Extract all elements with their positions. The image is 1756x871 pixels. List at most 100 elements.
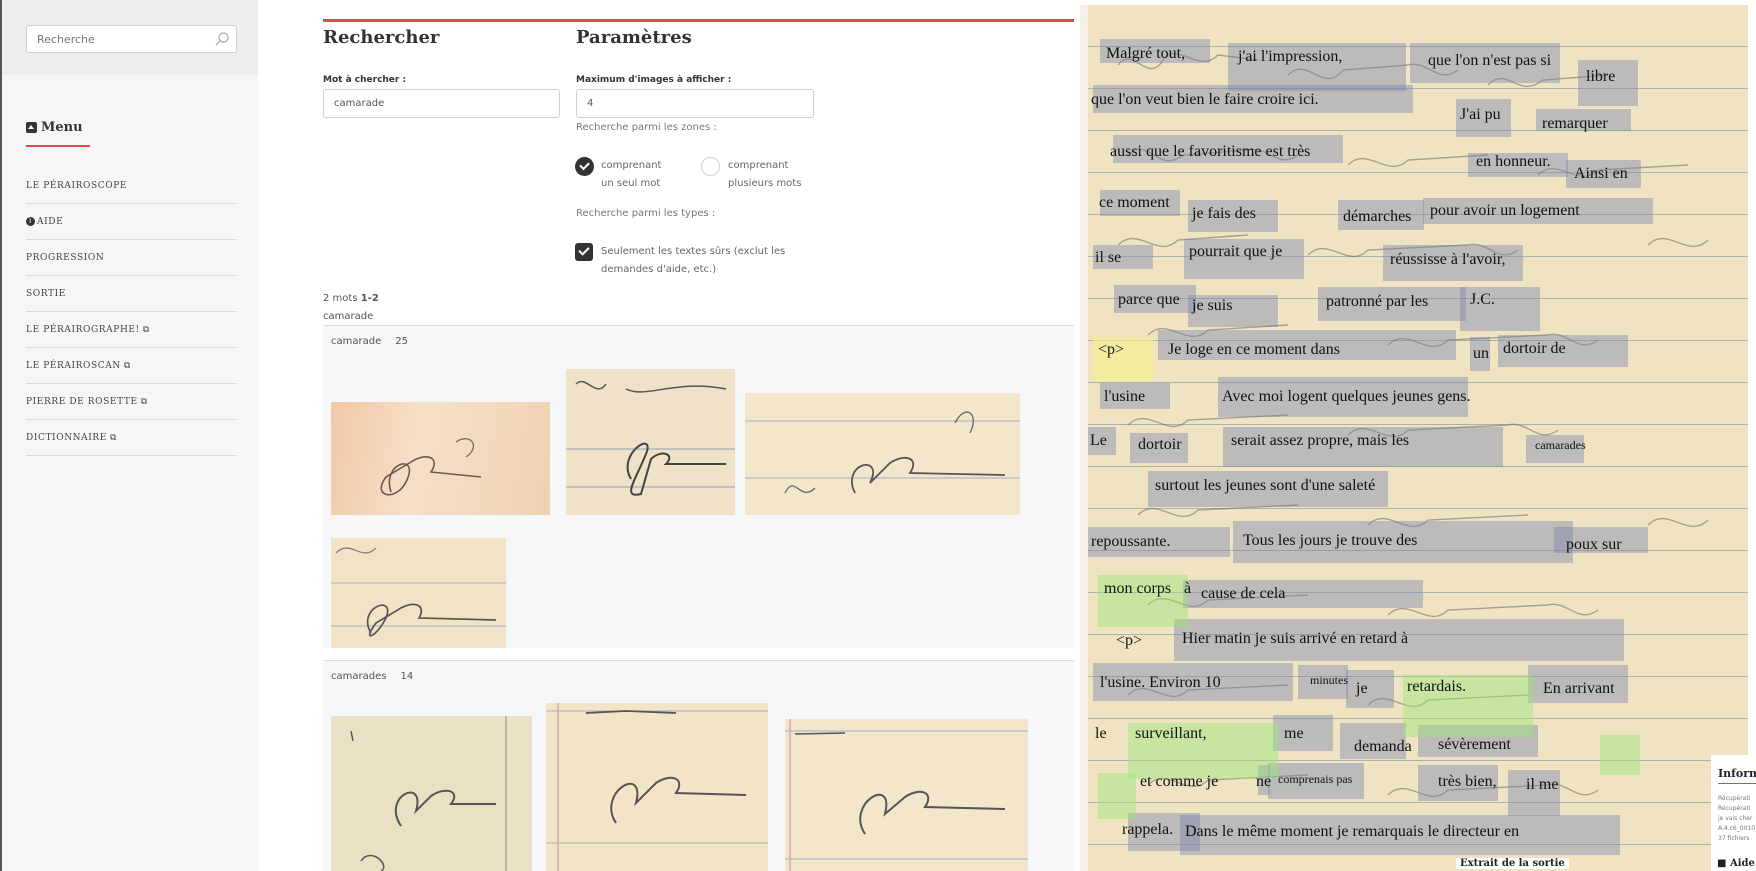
group-word: camarades xyxy=(331,671,387,682)
result-thumbnail[interactable] xyxy=(566,369,735,515)
nav-item-label: SORTIE xyxy=(26,288,66,299)
transcription-word[interactable]: camarades xyxy=(1535,438,1586,453)
result-thumbnail[interactable] xyxy=(546,703,768,871)
transcription-word[interactable]: l'usine xyxy=(1104,388,1145,406)
transcription-word[interactable]: Hier matin je suis arrivé en retard à xyxy=(1182,630,1408,648)
external-link-icon: ⧉ xyxy=(142,324,150,335)
shorthand-image xyxy=(745,411,1020,494)
nav-item-label: LE PÉRAIROGRAPHE! xyxy=(26,324,140,335)
transcription-word[interactable]: un xyxy=(1473,345,1489,363)
nav-item-peraioscope[interactable]: LE PÉRAIROSCOPE xyxy=(26,168,237,204)
transcription-word[interactable]: cause de cela xyxy=(1201,585,1285,603)
transcription-word[interactable]: Le xyxy=(1090,432,1107,450)
transcription-word[interactable]: J.C. xyxy=(1470,291,1495,309)
results-count-text: 2 mots xyxy=(323,293,361,304)
transcription-word[interactable]: en honneur. xyxy=(1476,153,1551,171)
shorthand-image xyxy=(546,703,768,871)
nav-item-pierre-de-rosette[interactable]: PIERRE DE ROSETTE ⧉ xyxy=(26,384,237,420)
transcription-word[interactable]: je fais des xyxy=(1192,205,1256,223)
transcription-word[interactable]: le xyxy=(1095,725,1107,743)
transcription-word[interactable]: sévèrement xyxy=(1438,736,1511,754)
transcription-word[interactable]: demanda xyxy=(1354,738,1412,756)
document-viewer: Malgré tout, j'ai l'impression, que l'on… xyxy=(1080,0,1756,871)
transcription-word[interactable]: démarches xyxy=(1343,208,1411,226)
transcription-word[interactable]: me xyxy=(1284,725,1304,743)
transcription-word[interactable]: à xyxy=(1184,580,1191,598)
group-header: camarade 25 xyxy=(331,336,408,347)
word-input[interactable]: camarade xyxy=(323,89,560,118)
transcription-word[interactable]: Je loge en ce moment dans xyxy=(1168,341,1340,359)
transcription-word[interactable]: surveillant, xyxy=(1135,725,1207,743)
transcription-word[interactable]: ce moment xyxy=(1099,194,1170,212)
transcription-word[interactable]: réussisse à l'avoir, xyxy=(1390,251,1506,269)
safe-texts-checkbox[interactable] xyxy=(575,243,593,261)
sidebar-search-box[interactable] xyxy=(26,25,237,53)
transcription-word[interactable]: <p> xyxy=(1098,341,1124,359)
transcription-word[interactable]: dortoir xyxy=(1138,436,1182,454)
transcription-word[interactable]: et comme je xyxy=(1140,773,1218,791)
zone-multi-line1: comprenant xyxy=(728,160,789,171)
result-thumbnail[interactable] xyxy=(331,402,550,515)
zone-multi-line2: plusieurs mots xyxy=(728,178,802,189)
transcription-word[interactable]: surtout les jeunes sont d'une saleté xyxy=(1155,477,1375,495)
transcription-word[interactable]: je suis xyxy=(1192,297,1232,315)
zone-single-radio[interactable] xyxy=(575,157,594,176)
max-images-input[interactable]: 4 xyxy=(576,89,814,118)
transcription-word[interactable]: En arrivant xyxy=(1543,680,1615,698)
transcription-word[interactable]: aussi que le favoritisme est très xyxy=(1110,143,1310,161)
transcription-word[interactable]: patronné par les xyxy=(1326,293,1428,311)
transcription-word[interactable]: comprenais pas xyxy=(1278,772,1352,787)
transcription-word[interactable]: libre xyxy=(1586,68,1615,86)
transcription-word[interactable]: ne xyxy=(1256,773,1271,791)
transcription-word[interactable]: que l'on n'est pas si xyxy=(1428,52,1551,70)
result-thumbnail[interactable] xyxy=(785,719,1028,871)
transcription-word[interactable]: Dans le même moment je remarquais le dir… xyxy=(1185,823,1519,841)
nav-item-perairoscan[interactable]: LE PÉRAIROSCAN ⧉ xyxy=(26,348,237,384)
transcription-word[interactable]: minutes xyxy=(1310,673,1348,688)
transcription-word[interactable]: Avec moi logent quelques jeunes gens. xyxy=(1222,388,1471,406)
external-link-icon: ⧉ xyxy=(109,432,117,443)
nav-item-label: PIERRE DE ROSETTE xyxy=(26,396,138,407)
transcription-word[interactable]: J'ai pu xyxy=(1460,106,1501,124)
transcription-word[interactable]: l'usine. Environ 10 xyxy=(1100,674,1221,692)
transcription-word[interactable]: il me xyxy=(1526,776,1558,794)
info-panel-aide[interactable]: ■ Aide xyxy=(1717,858,1755,869)
transcription-word[interactable]: Tous les jours je trouve des xyxy=(1243,532,1417,550)
transcription-word[interactable]: Ainsi en xyxy=(1574,165,1628,183)
search-icon[interactable] xyxy=(214,31,230,47)
nav-item-sortie[interactable]: SORTIE xyxy=(26,276,237,312)
nav-item-aide[interactable]: i AIDE xyxy=(26,204,237,240)
nav-item-label: PROGRESSION xyxy=(26,252,105,263)
caret-up-icon xyxy=(26,122,37,133)
transcription-word[interactable]: <p> xyxy=(1116,632,1142,650)
safe-texts-text: Seulement les textes sûrs (exclut les de… xyxy=(601,243,785,279)
sidebar-nav: LE PÉRAIROSCOPE i AIDE PROGRESSION SORTIE… xyxy=(26,168,237,456)
result-thumbnail[interactable] xyxy=(331,716,532,871)
sidebar-search-input[interactable] xyxy=(27,26,207,52)
transcription-word[interactable]: rappela. xyxy=(1122,821,1173,839)
transcription-word[interactable]: très bien, xyxy=(1438,773,1497,791)
transcription-word[interactable]: remarquer xyxy=(1542,115,1608,133)
result-thumbnail[interactable] xyxy=(745,393,1020,515)
nav-item-dictionnaire[interactable]: DICTIONNAIRE ⧉ xyxy=(26,420,237,456)
zone-multi-radio[interactable] xyxy=(701,157,720,176)
transcription-word[interactable]: serait assez propre, mais les xyxy=(1231,432,1409,450)
transcription-word[interactable]: mon corps xyxy=(1104,580,1171,598)
transcription-word[interactable]: repoussante. xyxy=(1091,533,1171,551)
transcription-word[interactable]: Malgré tout, xyxy=(1106,45,1185,63)
info-panel-underline xyxy=(1718,783,1756,784)
result-thumbnail[interactable] xyxy=(331,538,506,648)
transcription-word[interactable]: pour avoir un logement xyxy=(1430,202,1580,220)
transcription-word[interactable]: parce que xyxy=(1118,291,1180,309)
transcription-word[interactable]: dortoir de xyxy=(1503,340,1566,358)
nav-item-perairographe[interactable]: LE PÉRAIROGRAPHE! ⧉ xyxy=(26,312,237,348)
transcription-word[interactable]: il se xyxy=(1095,249,1121,267)
transcription-word[interactable]: pourrait que je xyxy=(1189,243,1282,261)
transcription-word[interactable]: j'ai l'impression, xyxy=(1238,48,1342,66)
transcription-word[interactable]: retardais. xyxy=(1407,678,1466,696)
nav-item-progression[interactable]: PROGRESSION xyxy=(26,240,237,276)
transcription-word[interactable]: que l'on veut bien le faire croire ici. xyxy=(1091,91,1319,109)
transcription-word[interactable]: je xyxy=(1356,680,1368,698)
transcription-word[interactable]: poux sur xyxy=(1566,536,1622,554)
aide-label: Aide xyxy=(1729,858,1755,869)
